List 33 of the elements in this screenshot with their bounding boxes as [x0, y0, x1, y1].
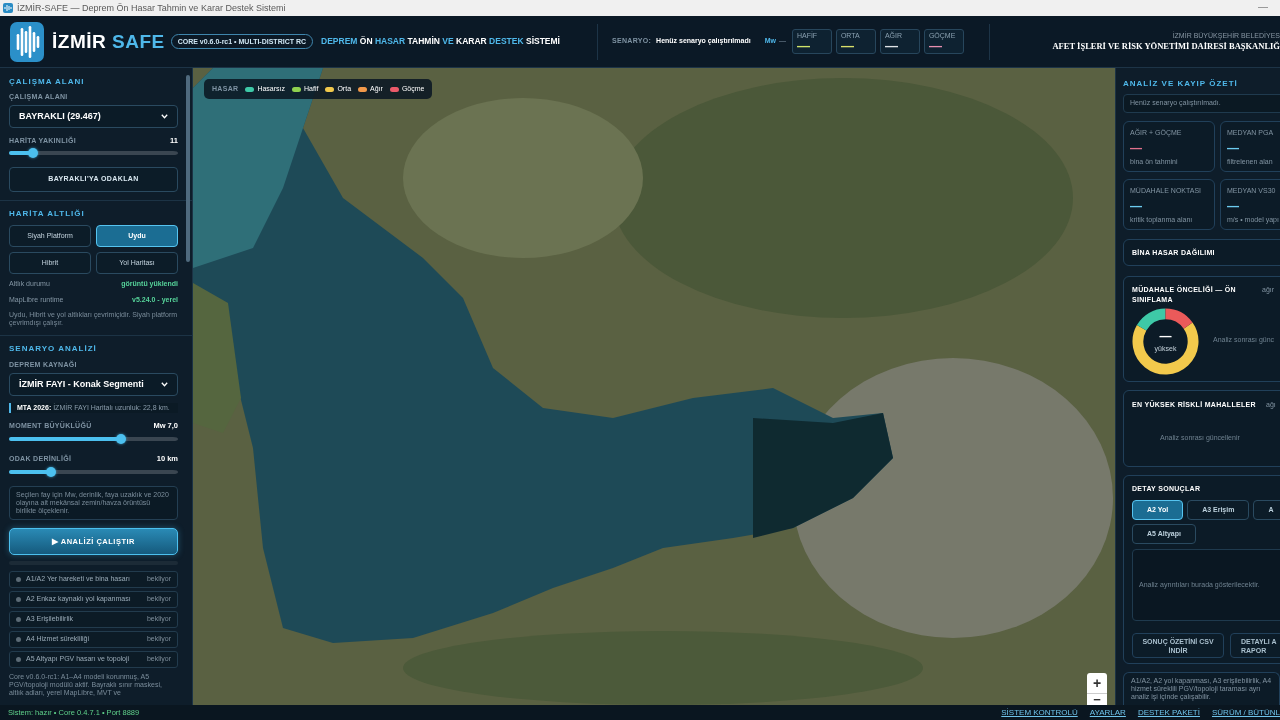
donut-center-value: —	[1159, 330, 1172, 342]
stat-value: —	[1227, 200, 1240, 212]
chevron-down-icon	[161, 382, 168, 387]
system-title: DEPREM ÖN HASAR TAHMİN VE KARAR DESTEK SİSTEMİ	[321, 35, 560, 48]
slider-thumb[interactable]	[115, 434, 126, 444]
footer-link[interactable]: DESTEK PAKETİ	[1137, 706, 1200, 719]
logo-icon	[10, 21, 44, 62]
fault-source-select[interactable]: İZMİR FAYI - Konak Segmenti	[9, 373, 178, 396]
count-value: —	[928, 40, 942, 52]
slider-thumb[interactable]	[46, 467, 57, 477]
section-heading: HARİTA ALTLIĞI	[9, 209, 86, 218]
district-select[interactable]: BAYRAKLI (29.467)	[9, 105, 178, 128]
app-icon	[3, 3, 13, 13]
window-title: İZMİR-SAFE — Deprem Ön Hasar Tahmin ve Karar Destek Sistemi	[17, 2, 286, 15]
section-heading: SENARYO ANALİZİ	[9, 344, 98, 353]
section-heading: ÇALIŞMA ALANI	[9, 77, 86, 86]
section-heading: ANALİZ VE KAYIP ÖZETİ	[1123, 79, 1239, 88]
brand-name: İZMİR SAFE	[52, 29, 165, 54]
stat-value: —	[1227, 142, 1240, 154]
count-value: —	[796, 40, 811, 52]
zoom-in-button[interactable]: +	[1087, 673, 1107, 694]
department-name: AFET İŞLERİ VE RİSK YÖNETİMİ DAİRESİ BAŞKANLIĞ	[1052, 41, 1280, 52]
footer-link[interactable]: AYARLAR	[1089, 706, 1126, 719]
scrollbar-thumb[interactable]	[186, 75, 190, 262]
footer-link[interactable]: SİSTEM KONTROLÜ	[1001, 706, 1078, 719]
stat-value: —	[1130, 200, 1143, 212]
count-value: —	[840, 40, 855, 52]
footer-link[interactable]: SÜRÜM / BÜTÜNL	[1212, 706, 1280, 719]
zoom-out-button[interactable]: −	[1087, 694, 1107, 705]
count-value: —	[884, 40, 899, 52]
stat-value: —	[1130, 142, 1143, 154]
chevron-down-icon	[161, 114, 168, 119]
slider-thumb[interactable]	[27, 148, 38, 158]
